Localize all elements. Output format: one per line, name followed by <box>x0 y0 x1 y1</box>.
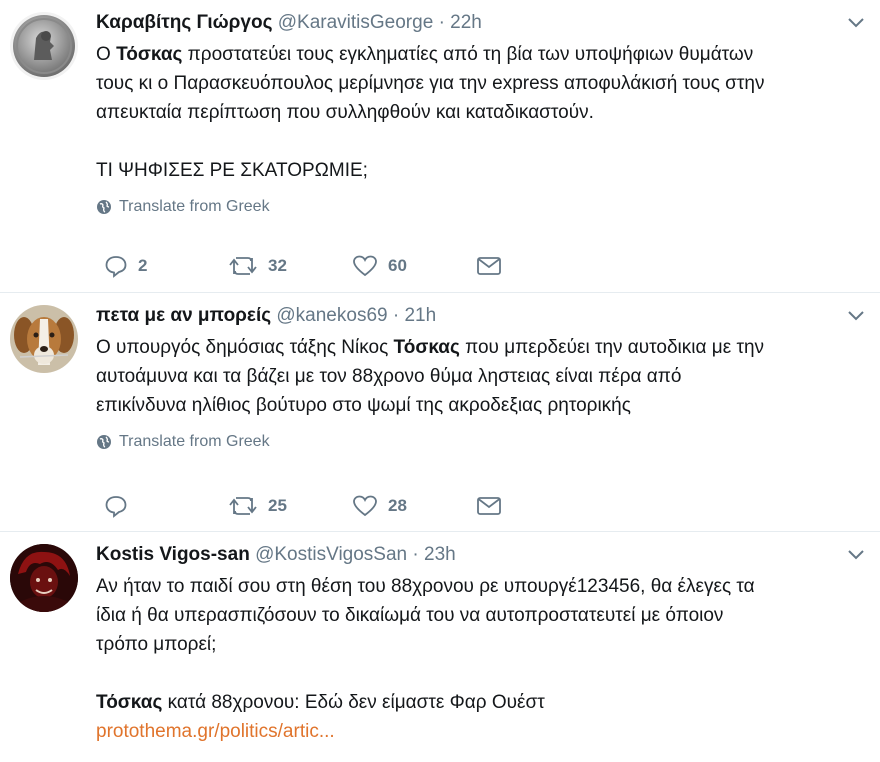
chevron-down-icon[interactable] <box>846 307 866 325</box>
retweet-button[interactable]: 32 <box>228 254 352 278</box>
tweet-header: Καραβίτης Γιώργος @KaravitisGeorge · 22h <box>96 10 866 36</box>
text-segment: τρόπο μπορεί; <box>96 634 217 655</box>
tweet-text-line: απευκταία περίπτωση που συλληφθούν και κ… <box>96 98 866 127</box>
tweet-text-line: Ο υπουργός δημόσιας τάξης Νίκος Τόσκας π… <box>96 333 866 362</box>
like-count: 60 <box>388 256 407 275</box>
bold-keyword: Τόσκας <box>116 44 183 65</box>
tweet-text: Ο υπουργός δημόσιας τάξης Νίκος Τόσκας π… <box>96 333 866 420</box>
bold-keyword: Τόσκας <box>96 692 163 713</box>
tweet-text-line: Ο Τόσκας προστατεύει τους εγκληματίες απ… <box>96 40 866 69</box>
tweet[interactable]: Καραβίτης Γιώργος @KaravitisGeorge · 22h… <box>0 0 880 293</box>
timestamp[interactable]: 23h <box>424 544 456 565</box>
retweet-button[interactable]: 25 <box>228 494 352 518</box>
tweet-text-line: ΤΙ ΨΗΦΙΣΕΣ ΡΕ ΣΚΑΤΟΡΩΜΙΕ; <box>96 156 866 185</box>
tweet-header: πετα με αν μπορείς @kanekos69 · 21h <box>96 303 866 329</box>
display-name[interactable]: Kostis Vigos-san <box>96 544 250 565</box>
direct-message-button[interactable] <box>476 495 502 517</box>
avatar-dog[interactable] <box>10 305 78 373</box>
timestamp[interactable]: 22h <box>450 12 482 33</box>
tweet[interactable]: πετα με αν μπορείς @kanekos69 · 21h Ο υπ… <box>0 293 880 532</box>
tweet-text-line: επικίνδυνα ηλίθιος βούτυρο στο ψωμί της … <box>96 391 866 420</box>
tweet-text-line: τρόπο μπορεί; <box>96 630 866 659</box>
tweet-text-line: τους κι ο Παρασκευόπουλος μερίμνησε για … <box>96 69 866 98</box>
tweet-text-line: Τόσκας κατά 88χρονου: Εδώ δεν είμαστε Φα… <box>96 688 866 717</box>
reply-icon <box>105 256 127 278</box>
translate-link[interactable]: Translate from Greek <box>96 198 866 216</box>
globe-icon <box>97 435 111 449</box>
text-segment: Ο υπουργός δημόσιας τάξης Νίκος <box>96 337 394 358</box>
user-handle[interactable]: @KaravitisGeorge <box>278 12 434 33</box>
tweet-text-line: ίδια ή θα υπερασπιζόσουν το δικαίωμά του… <box>96 601 866 630</box>
timestamp[interactable]: 21h <box>404 305 436 326</box>
separator-dot: · <box>412 544 419 565</box>
text-segment: απευκταία περίπτωση που συλληφθούν και κ… <box>96 102 594 123</box>
text-segment: τους κι ο Παρασκευόπουλος μερίμνησε για … <box>96 73 765 94</box>
reply-icon <box>105 496 127 518</box>
heart-icon <box>353 255 377 277</box>
tweet-text-line: protothema.gr/politics/artic... <box>96 717 866 746</box>
retweet-count: 25 <box>268 496 287 515</box>
tweet-text-line: αυτοάμυνα και τα βάζει με τον 88χρονο θύ… <box>96 362 866 391</box>
article-link[interactable]: protothema.gr/politics/artic... <box>96 721 335 742</box>
user-handle[interactable]: @KostisVigosSan <box>255 544 407 565</box>
tweet-content: πετα με αν μπορείς @kanekos69 · 21h Ο υπ… <box>96 303 866 451</box>
translate-link[interactable]: Translate from Greek <box>96 433 866 451</box>
translate-label: Translate from Greek <box>119 198 270 215</box>
envelope-icon <box>477 257 501 275</box>
text-segment: που μπερδεύει την αυτοδικια με την <box>459 337 765 358</box>
user-handle[interactable]: @kanekos69 <box>276 305 387 326</box>
separator-dot: · <box>438 12 445 33</box>
avatar-coin[interactable] <box>10 12 78 80</box>
text-segment: ίδια ή θα υπερασπιζόσουν το δικαίωμά του… <box>96 605 724 626</box>
separator-dot: · <box>392 305 400 326</box>
tweet-actions: 25 28 <box>104 494 502 518</box>
like-button[interactable]: 28 <box>352 494 476 518</box>
translate-label: Translate from Greek <box>119 433 270 450</box>
tweet-text: Ο Τόσκας προστατεύει τους εγκληματίες απ… <box>96 40 866 185</box>
envelope-icon <box>477 497 501 515</box>
like-button[interactable]: 60 <box>352 254 476 278</box>
reply-button[interactable]: 2 <box>104 254 228 278</box>
tweet-header: Kostis Vigos-san @KostisVigosSan · 23h <box>96 542 866 568</box>
display-name[interactable]: Καραβίτης Γιώργος <box>96 12 272 33</box>
text-segment: αυτοάμυνα και τα βάζει με τον 88χρονο θύ… <box>96 366 682 387</box>
heart-icon <box>353 495 377 517</box>
reply-button[interactable] <box>104 494 228 518</box>
text-segment: Ο <box>96 44 117 65</box>
retweet-icon <box>229 497 257 515</box>
text-segment: κατά 88χρονου: Εδώ δεν είμαστε Φαρ Ουέστ <box>162 692 545 713</box>
bold-keyword: Τόσκας <box>393 337 460 358</box>
retweet-icon <box>229 257 257 275</box>
globe-icon <box>97 200 111 214</box>
reply-count: 2 <box>138 256 148 275</box>
text-segment: ΤΙ ΨΗΦΙΣΕΣ ΡΕ ΣΚΑΤΟΡΩΜΙΕ; <box>96 160 368 181</box>
text-segment: προστατεύει τους εγκληματίες από τη βία … <box>182 44 754 65</box>
chevron-down-icon[interactable] <box>846 14 866 32</box>
tweet[interactable]: Kostis Vigos-san @KostisVigosSan · 23h Α… <box>0 532 880 762</box>
tweet-text: Αν ήταν το παιδί σου στη θέση του 88χρον… <box>96 572 866 746</box>
text-segment: επικίνδυνα ηλίθιος βούτυρο στο ψωμί της … <box>96 395 631 416</box>
tweet-content: Καραβίτης Γιώργος @KaravitisGeorge · 22h… <box>96 10 866 216</box>
text-segment: Αν ήταν το παιδί σου στη θέση του 88χρον… <box>96 576 755 597</box>
tweet-text-line: Αν ήταν το παιδί σου στη θέση του 88χρον… <box>96 572 866 601</box>
avatar-character[interactable] <box>10 544 78 612</box>
display-name[interactable]: πετα με αν μπορείς <box>96 305 271 326</box>
direct-message-button[interactable] <box>476 255 502 277</box>
tweet-content: Kostis Vigos-san @KostisVigosSan · 23h Α… <box>96 542 866 746</box>
chevron-down-icon[interactable] <box>846 546 866 564</box>
retweet-count: 32 <box>268 256 287 275</box>
like-count: 28 <box>388 496 407 515</box>
tweet-actions: 2 32 60 <box>104 254 502 278</box>
